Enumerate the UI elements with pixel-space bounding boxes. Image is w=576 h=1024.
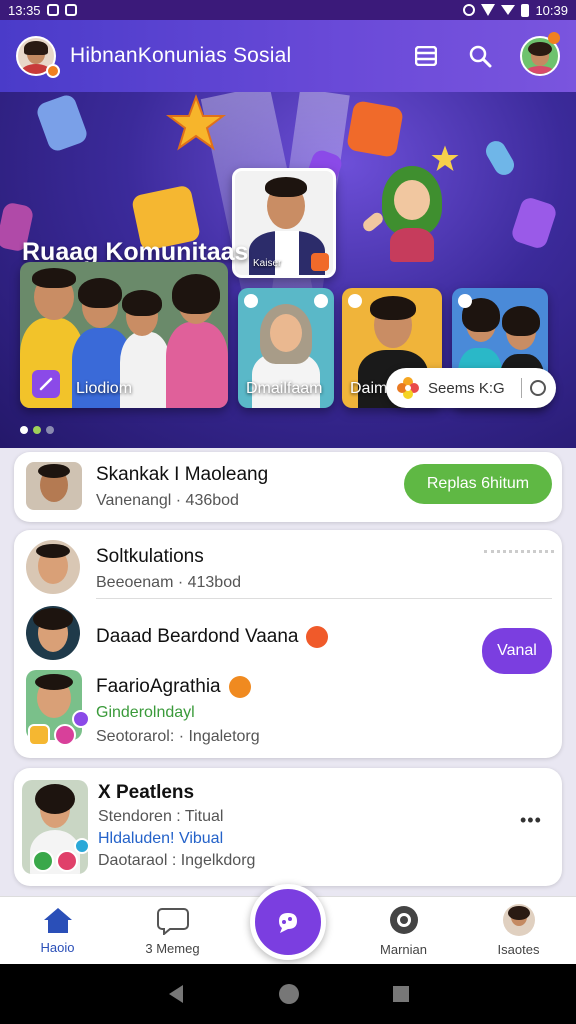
home-icon: [43, 907, 72, 933]
post-line-1: Stendoren : Titual: [98, 808, 224, 825]
search-icon[interactable]: [466, 42, 494, 70]
list-item-name: Daaad Beardond Vaana: [96, 626, 299, 647]
signal-icon: [501, 5, 516, 15]
status-bar: 13:35 10:39: [0, 0, 576, 20]
battery-icon: [521, 3, 530, 17]
list-item[interactable]: Soltkulations Beeoenam · 413bod: [96, 546, 241, 592]
list-item[interactable]: FaarioAgrathia Ginderolndayl Seotorarol:…: [96, 676, 260, 746]
online-badge-icon: [46, 64, 60, 78]
divider: [484, 550, 554, 553]
home-button-icon[interactable]: [277, 982, 301, 1006]
nav-messages[interactable]: 3 Memeg: [115, 896, 230, 964]
back-icon[interactable]: [165, 983, 187, 1005]
floating-tile-icon: [482, 137, 518, 179]
system-navigation: [0, 964, 576, 1024]
nav-profile-label: Isaotes: [497, 941, 540, 957]
nav-home[interactable]: Haoio: [0, 896, 115, 964]
community-card-3-label: Daim: [350, 380, 388, 397]
wifi-icon: [481, 4, 496, 16]
alarm-icon: [463, 4, 476, 16]
app-bar: HibnanKonunias Sosial: [0, 20, 576, 92]
divider: [96, 598, 552, 599]
badge-icon: [28, 724, 50, 746]
list-item-name: Soltkulations: [96, 546, 204, 567]
request-name: Skankak I Maoleang: [96, 464, 269, 485]
nav-home-label: Haoio: [40, 939, 75, 955]
camera-badge-icon: [32, 850, 54, 872]
list-item-subtitle: Seotorarol: · Ingaletorg: [96, 728, 260, 745]
monkey-emoji-icon: [228, 676, 251, 698]
mascot-illustration: [360, 166, 452, 276]
notification-icon: [46, 4, 59, 16]
carousel-dot[interactable]: [46, 426, 54, 434]
radio-circle-icon[interactable]: [530, 380, 546, 396]
profile-avatar: [502, 903, 535, 936]
star-badge-icon: [72, 710, 90, 728]
reaction-pill[interactable]: Seems K:G: [386, 368, 556, 408]
nav-camera-label: Marnian: [380, 941, 427, 957]
request-subtitle: Vanenangl · 436bod: [96, 492, 239, 509]
flower-icon: [397, 377, 419, 399]
list-item-subtitle: Beeoenam · 413bod: [96, 574, 241, 591]
media-tile-icon: [509, 195, 559, 251]
carousel-indicator: [20, 426, 54, 434]
nav-messages-label: 3 Memeg: [145, 940, 200, 956]
heart-badge-icon: [54, 724, 76, 746]
community-card-2[interactable]: Dmailfaam: [238, 288, 334, 408]
app-title: HibnanKonunias Sosial: [70, 44, 292, 67]
play-tile-icon: [346, 100, 404, 158]
post-line-2: Hldaluden! Vibual: [98, 830, 224, 847]
checkbox-icon: [64, 4, 77, 16]
chat-bubble-icon: [279, 913, 297, 933]
list-item-name: FaarioAgrathia: [96, 676, 221, 697]
heart-badge-icon: [56, 850, 78, 872]
community-card-2-label: Dmailfaam: [246, 380, 323, 397]
floating-tile-icon: [34, 92, 90, 154]
status-time-left: 13:35: [8, 2, 41, 18]
fire-emoji-icon: [306, 626, 329, 648]
chat-icon: [156, 907, 189, 935]
notification-dot-icon: [548, 32, 560, 44]
request-avatar[interactable]: [26, 462, 82, 510]
request-action-button[interactable]: Replas 6hitum: [404, 464, 552, 504]
status-time-right: 10:39: [535, 2, 568, 18]
edit-icon[interactable]: [32, 370, 60, 398]
list-item-status: Ginderolndayl: [96, 704, 195, 721]
recents-icon[interactable]: [391, 984, 411, 1004]
menu-icon[interactable]: [412, 42, 440, 70]
list-item-action-button[interactable]: Vanal: [482, 628, 552, 674]
featured-card-caption: Kaiser: [253, 258, 282, 269]
community-card-1[interactable]: Liodiom: [20, 262, 228, 408]
community-card-1-label: Liodiom: [76, 380, 133, 397]
friend-request-card: Skankak I Maoleang Vanenangl · 436bod Re…: [14, 452, 562, 522]
compose-fab-button[interactable]: [250, 884, 326, 960]
star-icon: [166, 94, 226, 151]
post-name: X Peatlens: [98, 782, 195, 803]
carousel-dot[interactable]: [20, 426, 28, 434]
more-options-icon[interactable]: •••: [520, 810, 542, 831]
fire-badge-icon: [311, 253, 329, 271]
post-card: X Peatlens Stendoren : Titual Hldaluden!…: [14, 768, 562, 886]
list-item[interactable]: Daaad Beardond Vaana: [96, 626, 329, 648]
camera-icon: [389, 905, 418, 934]
post-line-3: Daotaraol : Ingelkdorg: [98, 852, 256, 869]
reaction-pill-text: Seems K:G: [428, 379, 505, 397]
nav-profile[interactable]: Isaotes: [461, 896, 576, 964]
list-item-avatar[interactable]: [26, 540, 80, 594]
contacts-list-card: Soltkulations Beeoenam · 413bod Daaad Be…: [14, 530, 562, 758]
globe-badge-icon: [74, 838, 90, 854]
carousel-dot[interactable]: [33, 426, 41, 434]
list-item-avatar[interactable]: [26, 606, 80, 660]
nav-camera[interactable]: Marnian: [346, 896, 461, 964]
hero-banner[interactable]: Kaiser Ruaag Komunitaas Liodiom Dmailfaa…: [0, 92, 576, 448]
